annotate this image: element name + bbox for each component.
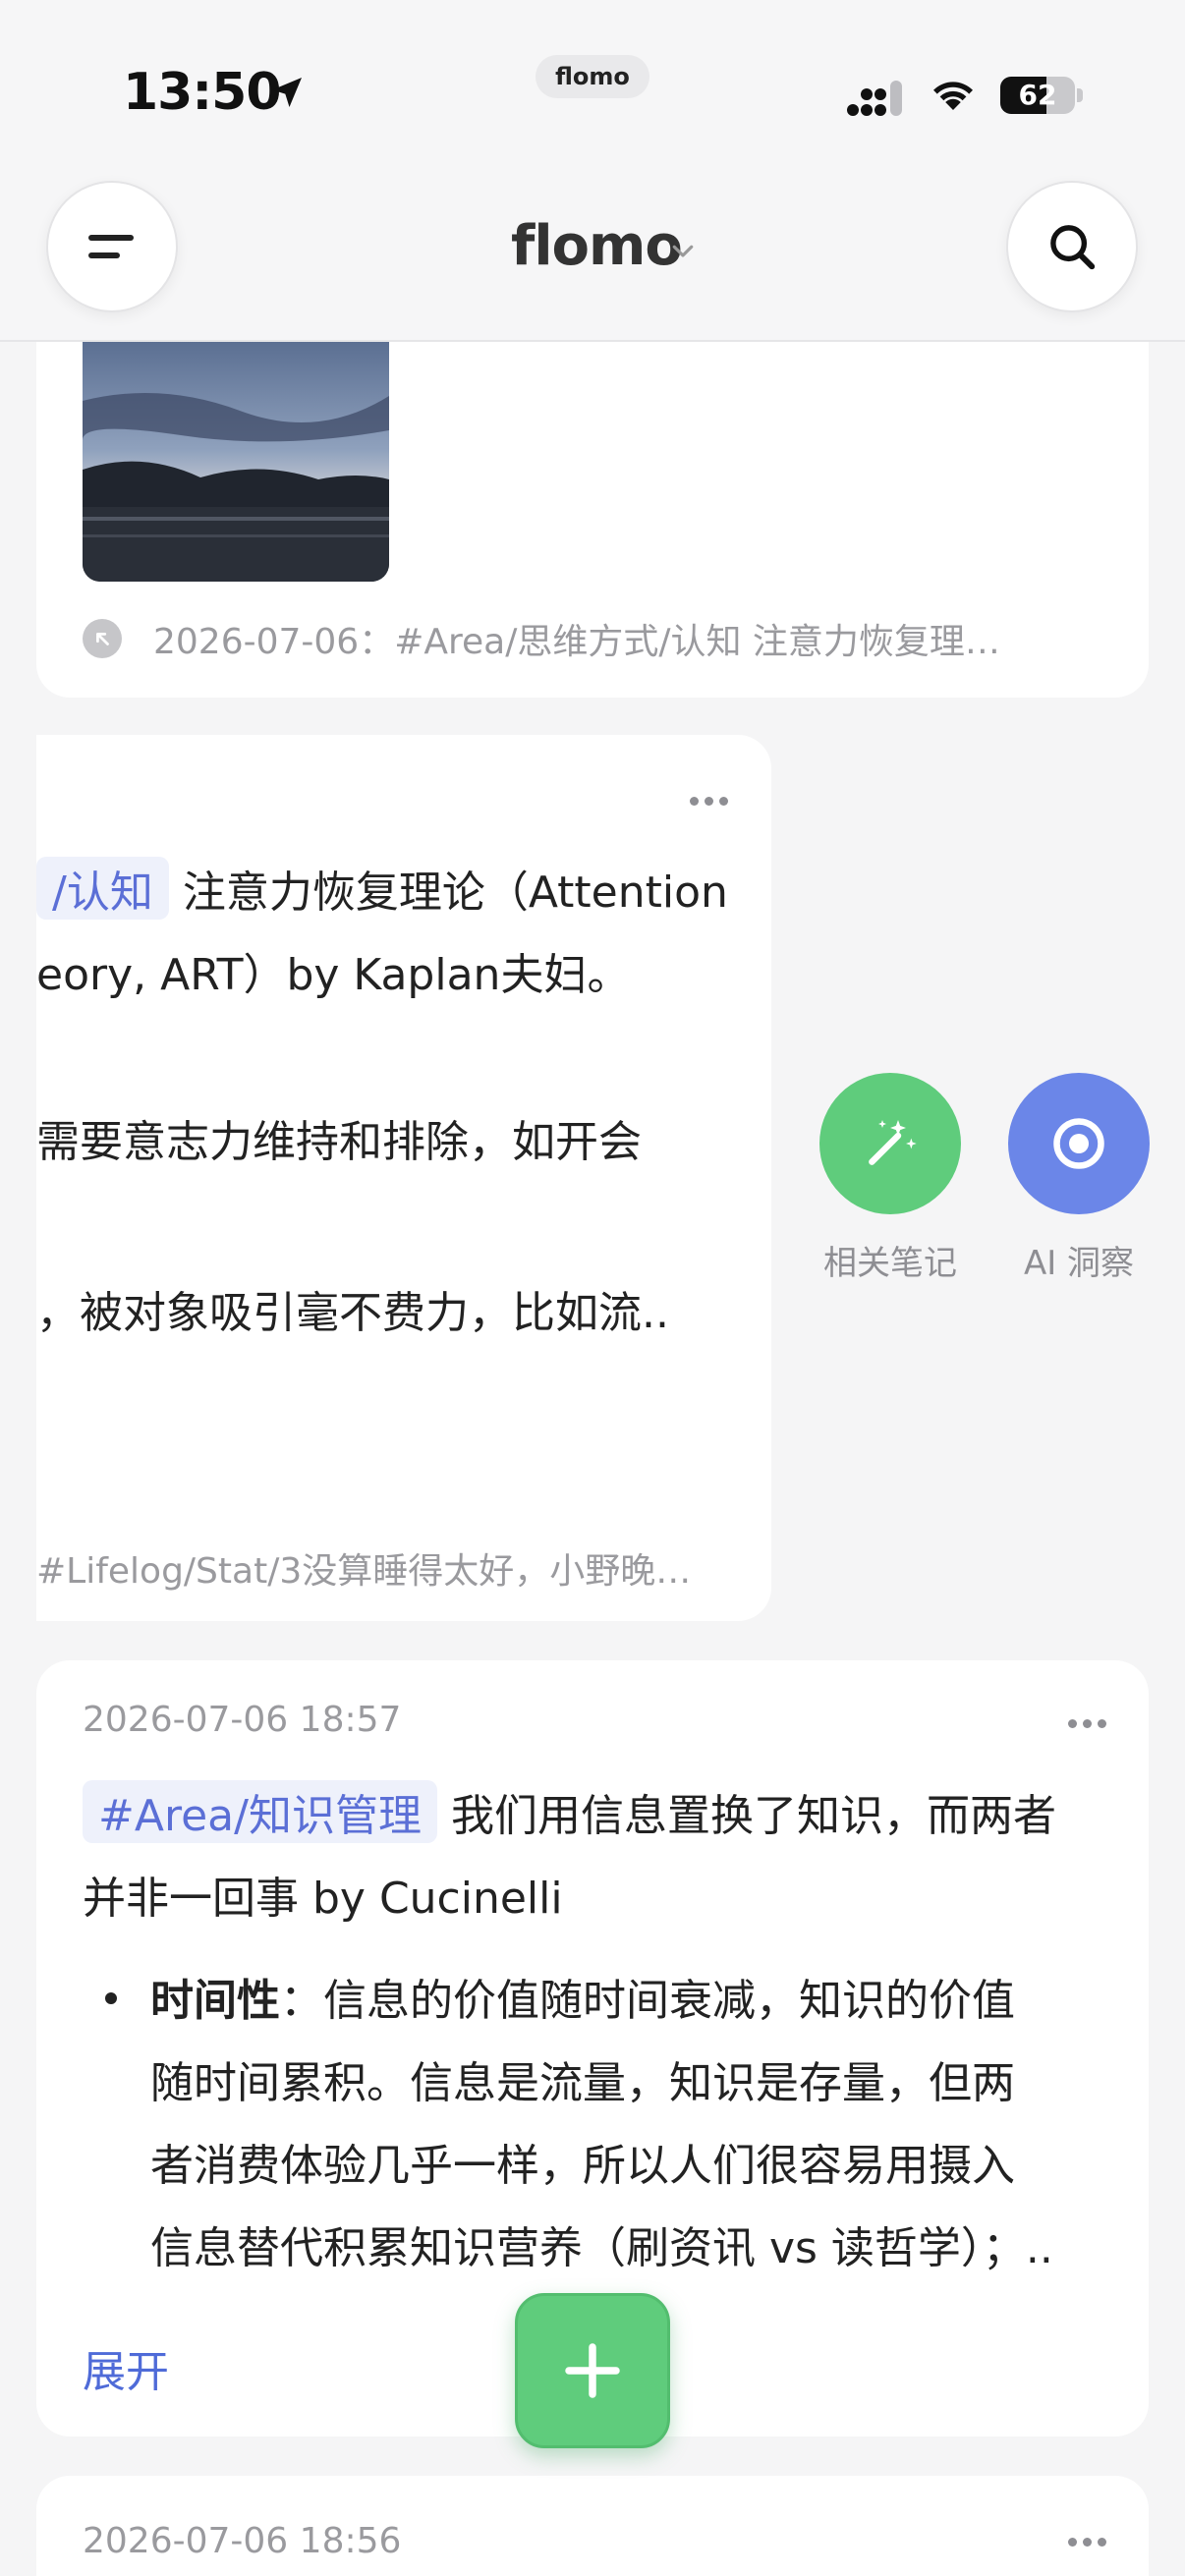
more-icon[interactable] — [688, 794, 731, 808]
memo-card-swiped[interactable]: /认知 注意力恢复理论（Attention eory, ART）by Kapla… — [36, 735, 771, 1621]
ai-insight-label: AI 洞察 — [1023, 1244, 1135, 1283]
app-header: flomo — [0, 167, 1185, 342]
reference-text: 2026-07-06：#Area/思维方式/认知 注意力恢复理… — [153, 622, 1000, 662]
memo-tag[interactable]: /认知 — [36, 857, 169, 920]
menu-button[interactable] — [46, 181, 178, 312]
memo-reference-text: #Lifelog/Stat/3没算睡得太好，小野晚… — [36, 1551, 692, 1592]
memo-line: 信息替代积累知识营养（刷资讯 vs 读哲学）；.. — [150, 2223, 1053, 2273]
location-arrow-icon — [272, 78, 302, 107]
reference-arrow-icon — [83, 619, 122, 658]
memo-reference[interactable]: 2026-07-06：#Area/思维方式/认知 注意力恢复理… — [83, 611, 1000, 666]
memo-tag[interactable]: #Area/知识管理 — [83, 1780, 437, 1843]
ai-insight-button[interactable]: AI 洞察 — [1008, 1073, 1150, 1284]
memo-date: 2026-07-06 18:56 — [83, 2521, 402, 2561]
plus-icon — [565, 2343, 620, 2398]
memo-date: 2026-07-06 18:57 — [83, 1700, 402, 1740]
ai-insight-icon — [1053, 1118, 1104, 1169]
memo-line: 需要意志力维持和排除，如开会 — [36, 1117, 642, 1167]
memo-line: /认知 注意力恢复理论（Attention — [36, 857, 728, 920]
battery-percent: 62 — [1018, 79, 1057, 111]
related-notes-label: 相关笔记 — [823, 1244, 957, 1283]
search-button[interactable] — [1006, 181, 1138, 312]
lake-sunset-image — [83, 342, 389, 582]
memo-line: 随时间累积。信息是流量，知识是存量，但两 — [150, 2058, 1015, 2108]
ai-insight-circle — [1008, 1073, 1150, 1214]
memo-line: 时间性：信息的价值随时间衰减，知识的价值 — [150, 1965, 1015, 2028]
new-memo-button[interactable] — [515, 2293, 670, 2448]
memo-photo[interactable] — [83, 342, 389, 582]
related-notes-circle — [819, 1073, 961, 1214]
memo-line: 并非一回事 by Cucinelli — [83, 1874, 563, 1924]
memo-text: 我们用信息置换了知识，而两者 — [436, 1791, 1056, 1841]
battery-icon: 62 — [1000, 77, 1075, 114]
status-time: 13:50 — [123, 63, 282, 122]
battery-cap — [1077, 88, 1083, 102]
bullet-dot — [105, 1992, 117, 2004]
cellular-signal-icon — [847, 81, 902, 116]
memo-text: ：信息的价值随时间衰减，知识的价值 — [280, 1976, 1015, 2026]
magic-wand-icon — [869, 1120, 917, 1165]
memo-line: 者消费体验几乎一样，所以人们很容易用摄入 — [150, 2141, 1015, 2191]
memo-line: eory, ART）by Kaplan夫妇。 — [36, 950, 631, 1000]
app-title[interactable]: flomo — [511, 214, 683, 278]
expand-link[interactable]: 展开 — [83, 2336, 169, 2399]
memo-line: #Area/知识管理 我们用信息置换了知识，而两者 — [83, 1780, 1056, 1843]
chevron-down-icon[interactable] — [668, 236, 698, 265]
more-icon[interactable] — [1066, 2535, 1109, 2548]
status-bar: 13:50 flomo 62 — [0, 0, 1185, 167]
memo-text: 注意力恢复理论（Attention — [168, 868, 728, 918]
related-notes-button[interactable]: 相关笔记 — [819, 1073, 961, 1284]
more-icon[interactable] — [1066, 1716, 1109, 1730]
bullet-heading: 时间性 — [150, 1976, 280, 2026]
memo-line: ，被对象吸引毫不费力，比如流.. — [36, 1288, 669, 1338]
memo-card[interactable]: 2026-07-06 18:56 — [36, 2476, 1149, 2576]
wifi-icon — [933, 82, 973, 110]
dynamic-island-app-label: flomo — [536, 55, 649, 98]
menu-icon — [88, 235, 134, 258]
search-icon — [1050, 225, 1096, 270]
